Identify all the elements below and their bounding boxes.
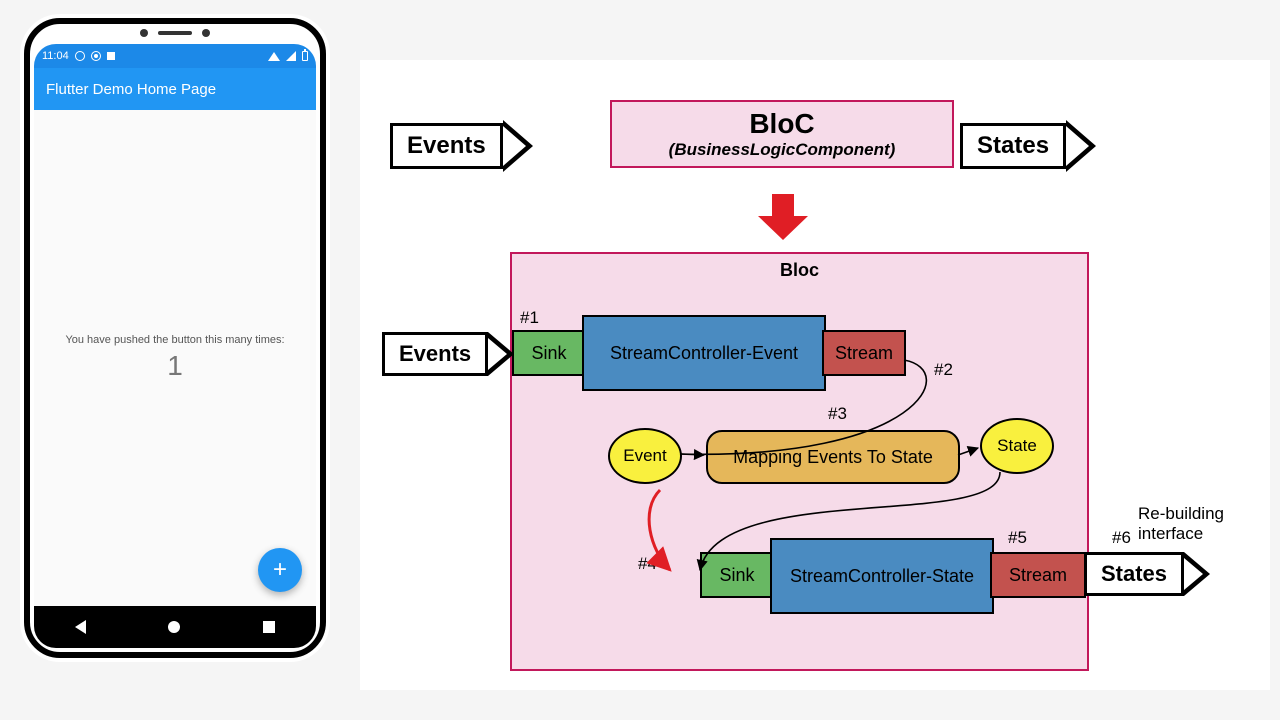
app-bar: Flutter Demo Home Page: [34, 68, 316, 110]
arrow-right-icon: [1066, 120, 1096, 172]
app-body: You have pushed the button this many tim…: [34, 110, 316, 606]
wifi-icon: [268, 52, 280, 61]
stream-controller-event: StreamController-Event: [582, 315, 826, 391]
home-icon[interactable]: [168, 621, 180, 633]
phone-frame: 11:04 Flutter Demo Home Page You have pu…: [24, 18, 326, 658]
bloc-subtitle: (BusinessLogicComponent): [622, 140, 942, 160]
phone-speaker: [140, 28, 210, 38]
push-text: You have pushed the button this many tim…: [65, 334, 284, 346]
sink-box-1: Sink: [512, 330, 586, 376]
arrow-right-icon: [1184, 552, 1210, 596]
arrow-down-icon: [772, 194, 794, 216]
appbar-title: Flutter Demo Home Page: [46, 81, 216, 98]
event-bubble: Event: [608, 428, 682, 484]
states-arrow-label: States: [960, 123, 1066, 169]
step-5-label: #5: [1008, 528, 1027, 548]
step-2-label: #2: [934, 360, 953, 380]
push-count: 1: [167, 350, 183, 382]
panel-states-arrow: States: [1084, 552, 1184, 596]
arrow-right-icon: [503, 120, 533, 172]
status-bar: 11:04: [34, 44, 316, 68]
fab-add-button[interactable]: +: [258, 548, 302, 592]
stream-box-2: Stream: [990, 552, 1086, 598]
gear-icon: [75, 51, 85, 61]
target-icon: [91, 51, 101, 61]
step-3-label: #3: [828, 404, 847, 424]
square-icon: [107, 52, 115, 60]
stream-box-1: Stream: [822, 330, 906, 376]
stream-controller-state: StreamController-State: [770, 538, 994, 614]
sink-box-2: Sink: [700, 552, 774, 598]
bloc-box: BloC (BusinessLogicComponent): [610, 100, 954, 168]
events-arrow-label: Events: [390, 123, 503, 169]
step-1-label: #1: [520, 308, 539, 328]
back-icon[interactable]: [75, 620, 86, 634]
plus-icon: +: [273, 556, 287, 584]
arrow-right-icon: [488, 332, 514, 376]
battery-icon: [302, 51, 308, 61]
status-time: 11:04: [42, 50, 69, 62]
signal-icon: [286, 51, 296, 61]
bloc-title: BloC: [622, 108, 942, 140]
state-bubble: State: [980, 418, 1054, 474]
panel-events-arrow: Events: [382, 332, 488, 376]
phone-screen: 11:04 Flutter Demo Home Page You have pu…: [34, 44, 316, 648]
step-6-label: #6: [1112, 528, 1131, 548]
step-4-label: #4: [638, 554, 657, 574]
panel-title: Bloc: [512, 260, 1087, 281]
recent-icon[interactable]: [263, 621, 275, 633]
mapping-box: Mapping Events To State: [706, 430, 960, 484]
rebuilding-text: Re-building interface: [1138, 504, 1224, 545]
system-navbar: [34, 606, 316, 648]
bloc-diagram: Events BloC (BusinessLogicComponent) Sta…: [360, 60, 1270, 690]
